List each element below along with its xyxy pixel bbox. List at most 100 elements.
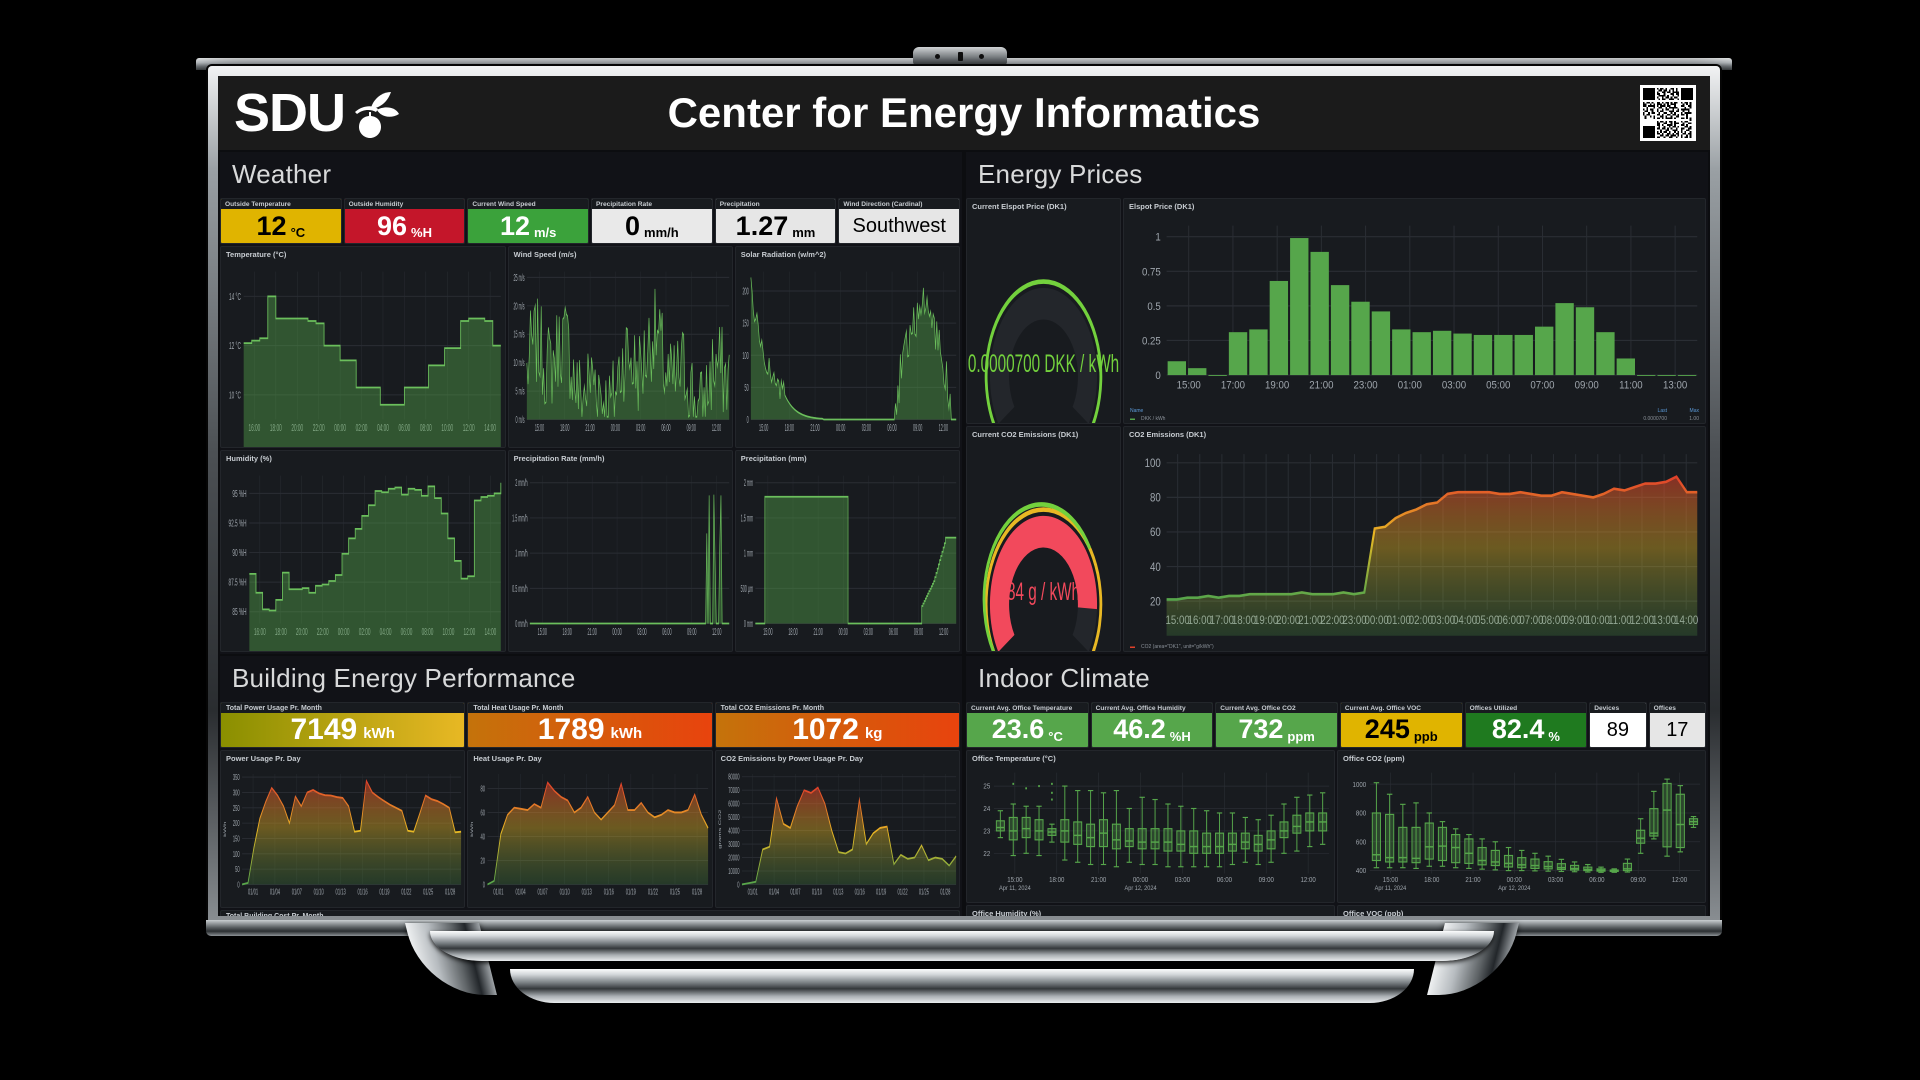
stat-title: Precipitation Rate [592, 199, 712, 209]
stat-tile[interactable]: Precipitation 1.27 mm [714, 198, 837, 244]
svg-text:80000: 80000 [728, 773, 739, 782]
svg-text:01/01: 01/01 [248, 888, 258, 897]
svg-text:12:00: 12:00 [939, 626, 948, 638]
building-stat-tile[interactable]: Total Power Usage Pr. Month 7149 kWh [220, 701, 466, 748]
svg-text:100: 100 [742, 350, 748, 362]
svg-text:01/04: 01/04 [516, 888, 526, 897]
stat-tile[interactable]: Current Avg. Office Temperature 23.6 °C [966, 701, 1089, 748]
stat-tile[interactable]: Outside Humidity 96 %H [343, 198, 466, 244]
stat-unit: °C [1048, 728, 1063, 744]
svg-text:25 m/s: 25 m/s [513, 272, 524, 284]
tv-frame: SDU Center for Energy Informatics Weathe… [208, 66, 1720, 926]
total-building-cost-tile[interactable]: Total Building Cost Pr. Month4244DKK [220, 910, 960, 916]
svg-text:01/25: 01/25 [919, 888, 929, 897]
panel-weather: Weather Outside Temperature 12 °C Outside H… [220, 152, 964, 654]
chart-humidity[interactable]: Humidity (%) 85 %H 87.5 %H 90 %H 92.5 %H 95 %… [220, 449, 506, 652]
svg-text:Apr 11, 2024: Apr 11, 2024 [999, 884, 1031, 892]
chart-co2_emissions[interactable]: CO2 Emissions (DK1)2040608010015:0016:00… [1123, 425, 1706, 652]
svg-text:00:00: 00:00 [1133, 876, 1149, 884]
svg-text:06:00: 06:00 [889, 626, 898, 638]
legend-max-header: Max [1689, 407, 1699, 414]
stat-tile[interactable]: Outside Temperature 12 °C [220, 198, 342, 244]
chart-power_usage_day[interactable]: Power Usage Pr. Day 0 50 100 150 200 250 300 350… [220, 749, 466, 909]
legend-swatch: ▬ [1130, 415, 1135, 422]
svg-text:0: 0 [237, 881, 239, 890]
svg-text:20000: 20000 [728, 854, 739, 863]
building-stat-row: Total Power Usage Pr. Month 7149 kWh Total … [220, 701, 960, 748]
chart-office_temperature[interactable]: Office Temperature (°C) 22 23 24 25 15:00 Apr … [966, 749, 1335, 903]
stat-value: 23.6 [991, 714, 1045, 745]
svg-text:92.5 %H: 92.5 %H [228, 517, 246, 528]
stat-unit: %H [1169, 728, 1191, 744]
tv-stand-bar-inner [430, 931, 1494, 961]
svg-text:01/10: 01/10 [314, 888, 324, 897]
stat-tile[interactable]: Offices 17 [1648, 701, 1707, 748]
chart-precipitation[interactable]: Precipitation (mm) 0 mm 500 µm 1 mm 1.5 mm 2 … [734, 449, 960, 652]
svg-text:150: 150 [742, 317, 748, 329]
chart-co2_by_power_day[interactable]: CO2 Emissions by Power Usage Pr. Day 0 100… [714, 749, 960, 909]
building-body: Total Power Usage Pr. Month 7149 kWh Total … [220, 701, 962, 916]
gauge-title: Current CO2 Emissions (DK1) [972, 429, 1079, 439]
chart-title: Humidity (%) [226, 453, 272, 463]
stat-tile[interactable]: Current Avg. Office VOC 245 ppb [1339, 701, 1463, 748]
chart-title: Wind Speed (m/s) [513, 250, 577, 259]
svg-text:03:00: 03:00 [1548, 876, 1564, 884]
stat-tile[interactable]: Devices 89 [1589, 701, 1647, 748]
gauge-elspot[interactable]: Current Elspot Price (DK1) 0.0000700 DKK … [966, 198, 1121, 424]
panel-energy-prices: Energy Prices Current Elspot Price (DK1)… [966, 152, 1710, 654]
weather-title: Weather [232, 159, 332, 189]
svg-text:07:00: 07:00 [1530, 379, 1554, 392]
svg-text:01/19: 01/19 [379, 888, 389, 897]
stat-tile[interactable]: Offices Utilized 82.4% [1464, 701, 1588, 748]
stat-value-row: Southwest [839, 209, 959, 243]
building-stat-tile[interactable]: Total CO2 Emissions Pr. Month 1072 kg [714, 701, 960, 748]
stat-tile[interactable]: Current Avg. Office CO2 732 ppm [1215, 701, 1338, 748]
indoor-title: Indoor Climate [978, 662, 1150, 693]
building-title: Building Energy Performance [232, 662, 576, 693]
svg-text:85 %H: 85 %H [232, 606, 246, 617]
grafana-dashboard: SDU Center for Energy Informatics Weathe… [218, 76, 1710, 916]
svg-text:10 °C: 10 °C [229, 390, 241, 401]
stat-value: 12 [256, 210, 287, 241]
chart-solar_radiation[interactable]: Solar Radiation (w/m^2) 0 50 100 150 200 15:00… [734, 246, 960, 448]
svg-text:60000: 60000 [728, 800, 739, 809]
svg-text:20: 20 [1150, 595, 1161, 608]
building-stat-tile[interactable]: Total Heat Usage Pr. Month 1789 kWh [467, 701, 713, 748]
chart-temperature[interactable]: Temperature (°C) 10 °C 12 °C 14 °C 16:00 18:0… [220, 246, 506, 448]
stat-unit: ppm [1287, 728, 1315, 744]
gauge-co2[interactable]: Current CO2 Emissions (DK1) 84 g / kWh [966, 425, 1121, 652]
stat-unit: m/s [534, 225, 557, 240]
svg-text:06:00: 06:00 [1589, 876, 1605, 884]
stat-title: Precipitation [715, 199, 836, 209]
svg-text:21:00: 21:00 [813, 626, 822, 638]
svg-text:150: 150 [233, 835, 240, 844]
indoor-stat-row: Current Avg. Office Temperature 23.6 °C Cur… [966, 701, 1707, 748]
stat-unit: °C [290, 225, 306, 240]
chart-canvas: 400 600 800 1000 15:00 Apr 11, 2024 18:00 21:00… [1338, 764, 1705, 902]
chart-office_humidity[interactable]: Office Humidity (%)40455015:00Apr 11, 20… [966, 904, 1335, 916]
chart-wind_speed[interactable]: Wind Speed (m/s) 0 m/s 5 m/s 10 m/s 15 m/s 20… [507, 246, 733, 448]
stat-title: Outside Humidity [344, 199, 465, 209]
svg-text:09:00: 09:00 [686, 422, 695, 434]
co2-row: Current CO2 Emissions (DK1) 84 g / kWh CO2… [966, 425, 1706, 652]
chart-precip_rate[interactable]: Precipitation Rate (mm/h) 0 mm/h 0.5 mm/h 1… [507, 449, 733, 652]
svg-text:15 m/s: 15 m/s [513, 328, 524, 340]
svg-text:06:00: 06:00 [1217, 876, 1233, 884]
svg-text:15:00: 15:00 [759, 422, 768, 434]
chart-elspot_price[interactable]: Elspot Price (DK1) 0 0.25 0.5 0.75 1 15:00 17:0… [1123, 198, 1706, 424]
svg-text:300: 300 [233, 789, 240, 798]
chart-office_co2[interactable]: Office CO2 (ppm) 400 600 800 1000 15:00 Apr 11… [1337, 749, 1706, 903]
stat-unit: mm/h [644, 225, 679, 240]
stat-tile[interactable]: Precipitation Rate 0 mm/h [591, 198, 713, 244]
svg-text:03:00: 03:00 [637, 626, 646, 638]
gauge-canvas: 84 g / kWh [967, 440, 1120, 651]
stat-tile[interactable]: Current Avg. Office Humidity 46.2 %H [1090, 701, 1214, 748]
stat-tile[interactable]: Current Wind Speed 12 m/s [467, 198, 590, 244]
svg-text:00:00: 00:00 [838, 626, 847, 638]
stat-tile[interactable]: Wind Direction (Cardinal) Southwest [838, 198, 961, 244]
svg-text:01/16: 01/16 [604, 888, 614, 897]
chart-heat_usage_day[interactable]: Heat Usage Pr. Day 0 20 40 60 80 01/01 01/04 01/… [467, 749, 713, 909]
chart-office_voc[interactable]: Office VOC (ppb)20040060015:00Apr 11, 20… [1337, 904, 1706, 916]
building-stat-value-row: 1789 kWh [468, 713, 711, 747]
building-stat-value-row: 1072 kg [716, 713, 959, 747]
